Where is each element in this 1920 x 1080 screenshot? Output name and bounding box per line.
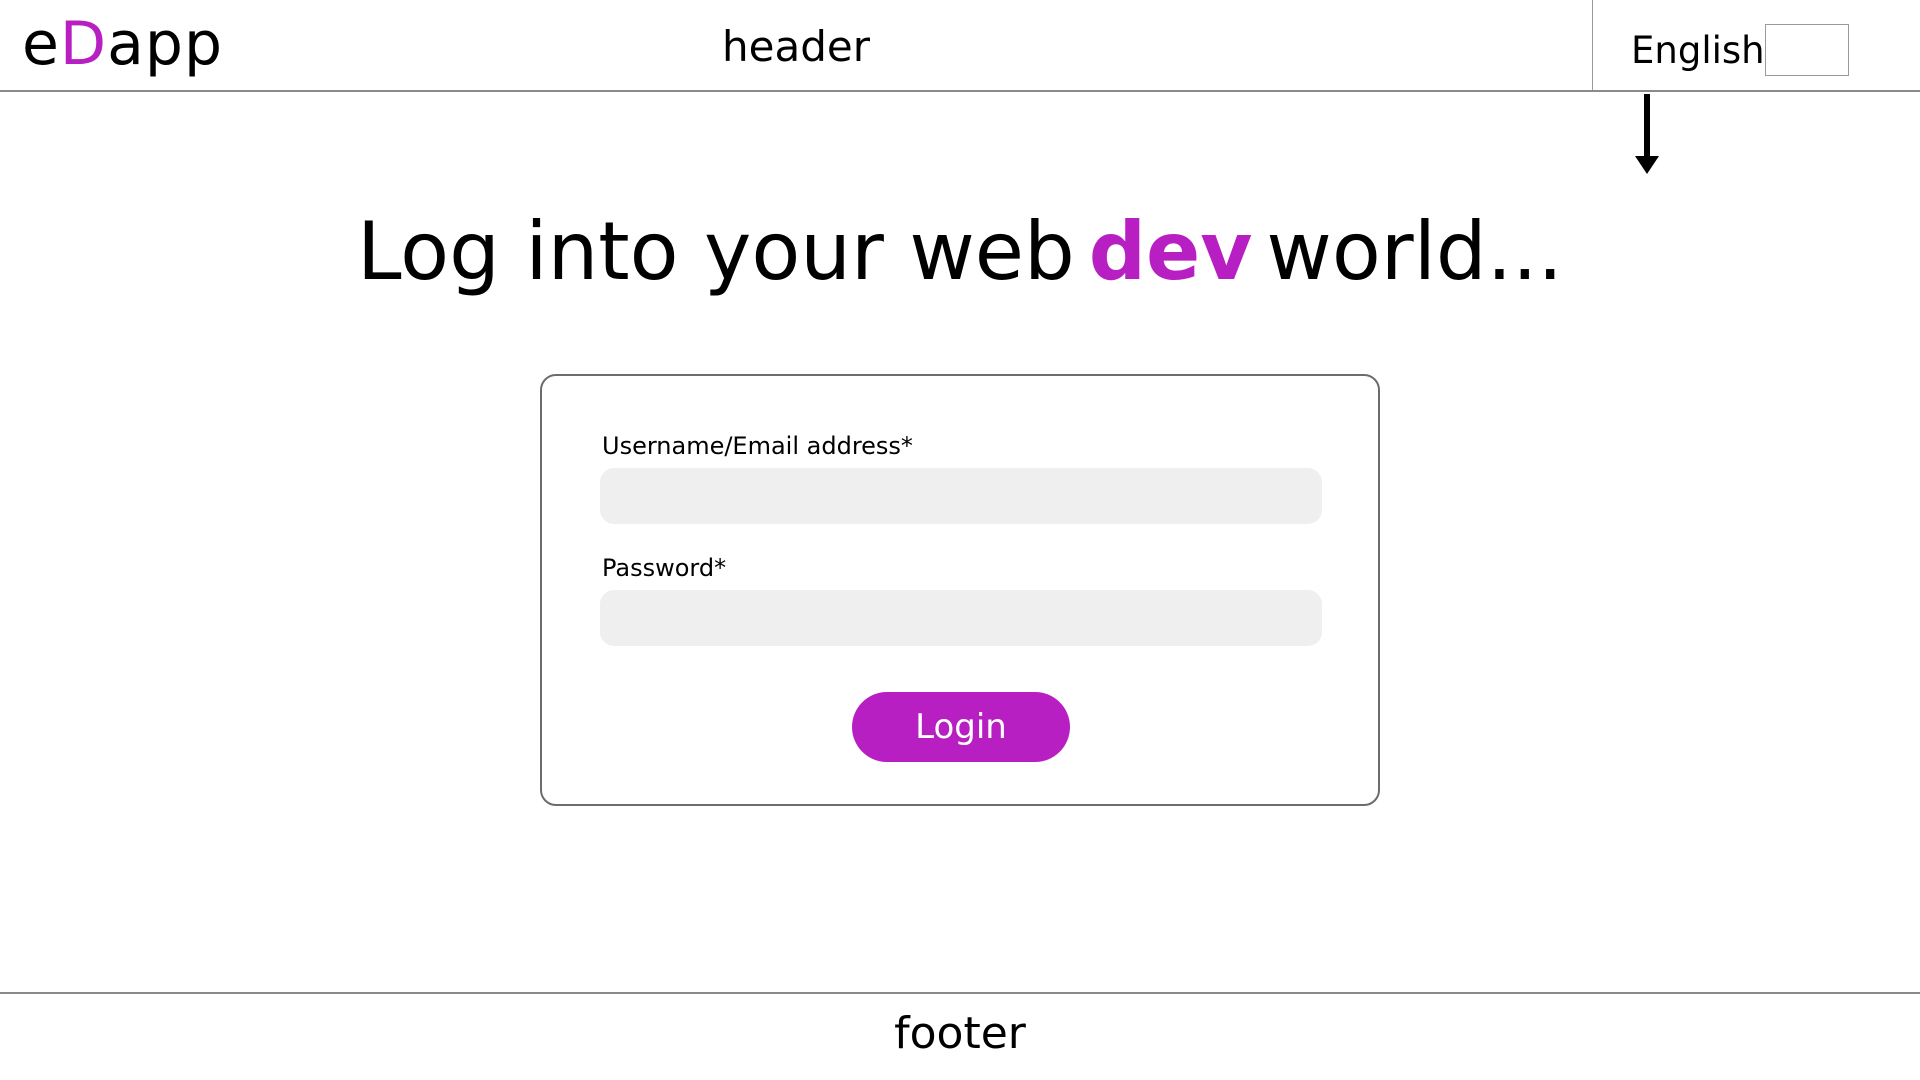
header-title: header (722, 22, 870, 71)
password-label: Password* (602, 554, 727, 582)
page: eDapp header English Log into your web de… (0, 0, 1920, 1080)
hero-headline: Log into your web dev world... (0, 212, 1920, 292)
arrow-down-icon (1635, 94, 1659, 174)
hero-text-end: world... (1266, 205, 1563, 298)
language-selector: English (1592, 0, 1920, 90)
language-dropdown[interactable] (1765, 24, 1849, 76)
password-input[interactable] (600, 590, 1322, 646)
footer-text: footer (894, 1008, 1026, 1059)
hero-text-start: Log into your web (357, 205, 1075, 298)
username-input[interactable] (600, 468, 1322, 524)
username-label: Username/Email address* (602, 432, 913, 460)
language-label: English (1631, 29, 1765, 72)
login-card: Username/Email address* Password* Login (540, 374, 1380, 806)
login-button[interactable]: Login (852, 692, 1070, 762)
footer-divider (0, 992, 1920, 994)
hero-text-accent: dev (1088, 205, 1253, 298)
header-bar: eDapp header English (0, 0, 1920, 92)
